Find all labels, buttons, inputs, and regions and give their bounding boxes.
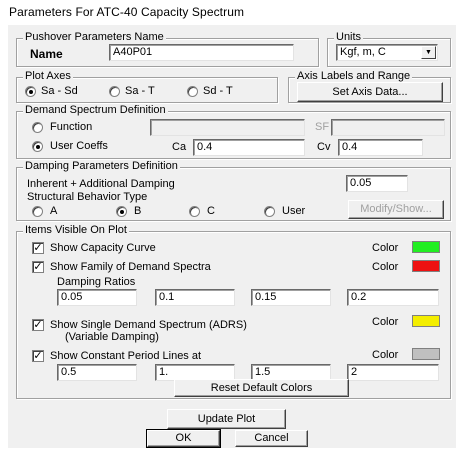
dialog-body: Pushover Parameters Name Name A40P01 Uni… — [8, 25, 456, 448]
damping-group: Damping Parameters Definition Inherent +… — [16, 160, 451, 221]
radio-user-coeffs-label: User Coeffs — [50, 140, 108, 152]
reset-default-colors-button[interactable]: Reset Default Colors — [174, 379, 349, 397]
units-select[interactable]: Kgf, m, C ▼ — [336, 44, 438, 61]
capacity-curve-label: Show Capacity Curve — [50, 242, 156, 254]
demand-family-color-label: Color — [372, 261, 399, 273]
constant-period-color-label: Color — [372, 349, 399, 361]
pushover-legend: Pushover Parameters Name — [23, 31, 166, 43]
radio-type-b[interactable] — [116, 206, 127, 217]
damping-ratio-input-3[interactable]: 0.15 — [251, 289, 331, 306]
update-plot-button[interactable]: Update Plot — [167, 409, 286, 429]
function-select[interactable] — [150, 119, 305, 136]
plot-axes-legend: Plot Axes — [23, 70, 73, 82]
damping-ratio-input-2[interactable]: 0.1 — [155, 289, 235, 306]
behavior-type-label: Structural Behavior Type — [27, 191, 148, 203]
modify-show-button[interactable]: Modify/Show... — [348, 200, 444, 219]
radio-type-b-label: B — [134, 205, 142, 217]
sf-input[interactable] — [331, 119, 445, 136]
inherent-damping-input[interactable]: 0.05 — [346, 175, 408, 192]
window-title: Parameters For ATC-40 Capacity Spectrum — [9, 5, 245, 19]
name-label: Name — [30, 47, 63, 61]
constant-period-color-swatch[interactable] — [412, 348, 440, 360]
radio-sa-t-label: Sa - T — [125, 85, 155, 97]
sf-label: SF — [315, 121, 330, 133]
cv-label: Cv — [317, 141, 331, 153]
demand-family-label: Show Family of Demand Spectra — [50, 261, 211, 273]
cv-input[interactable]: 0.4 — [338, 139, 423, 156]
damping-legend: Damping Parameters Definition — [23, 160, 180, 172]
damping-ratios-label: Damping Ratios — [57, 276, 136, 288]
axis-labels-legend: Axis Labels and Range — [295, 70, 413, 82]
constant-period-label: Show Constant Period Lines at — [50, 350, 202, 362]
radio-type-c[interactable] — [189, 206, 200, 217]
radio-type-user-label: User — [282, 205, 306, 217]
axis-labels-group: Axis Labels and Range Set Axis Data... — [288, 70, 451, 103]
pushover-name-input[interactable]: A40P01 — [109, 44, 294, 61]
damping-ratio-input-4[interactable]: 0.2 — [347, 289, 439, 306]
single-demand-color-label: Color — [372, 316, 399, 328]
cancel-button[interactable]: Cancel — [235, 430, 308, 447]
damping-ratio-input-1[interactable]: 0.05 — [57, 289, 137, 306]
radio-function-label: Function — [50, 121, 93, 133]
radio-sd-t-label: Sd - T — [203, 85, 233, 97]
radio-type-a[interactable] — [32, 206, 43, 217]
radio-sa-t[interactable] — [109, 86, 120, 97]
ca-label: Ca — [172, 141, 187, 153]
radio-type-a-label: A — [50, 205, 58, 217]
ok-button[interactable]: OK — [146, 429, 221, 448]
demand-family-checkbox[interactable]: ✓ — [32, 261, 44, 273]
radio-function[interactable] — [32, 122, 43, 133]
units-group: Units Kgf, m, C ▼ — [327, 31, 451, 67]
radio-type-c-label: C — [207, 205, 215, 217]
radio-user-coeffs[interactable] — [32, 141, 43, 152]
items-legend: Items Visible On Plot — [23, 224, 129, 236]
inherent-damping-label: Inherent + Additional Damping — [27, 178, 175, 190]
capacity-color-label: Color — [372, 242, 399, 254]
constant-period-checkbox[interactable]: ✓ — [32, 350, 44, 362]
single-demand-checkbox[interactable]: ✓ — [32, 319, 44, 331]
capacity-curve-checkbox[interactable]: ✓ — [32, 242, 44, 254]
period-input-1[interactable]: 0.5 — [57, 364, 137, 381]
single-demand-color-swatch[interactable] — [412, 315, 440, 327]
radio-sa-sd[interactable] — [25, 86, 36, 97]
items-visible-group: Items Visible On Plot ✓ Show Capacity Cu… — [16, 224, 451, 399]
units-legend: Units — [334, 31, 364, 43]
demand-legend: Demand Spectrum Definition — [23, 104, 168, 116]
period-input-4[interactable]: 2 — [347, 364, 439, 381]
chevron-down-icon[interactable]: ▼ — [421, 46, 436, 59]
radio-type-user[interactable] — [264, 206, 275, 217]
radio-sd-t[interactable] — [187, 86, 198, 97]
capacity-color-swatch[interactable] — [412, 241, 440, 253]
demand-family-color-swatch[interactable] — [412, 260, 440, 272]
single-demand-label: Show Single Demand Spectrum (ADRS) — [50, 319, 247, 331]
radio-sa-sd-label: Sa - Sd — [41, 85, 78, 97]
set-axis-data-button[interactable]: Set Axis Data... — [297, 82, 443, 102]
units-value: Kgf, m, C — [340, 46, 386, 58]
demand-spectrum-group: Demand Spectrum Definition Function SF U… — [16, 104, 451, 159]
plot-axes-group: Plot Axes Sa - Sd Sa - T Sd - T — [16, 70, 278, 103]
ca-input[interactable]: 0.4 — [193, 139, 305, 156]
pushover-group: Pushover Parameters Name Name A40P01 — [16, 31, 319, 67]
single-demand-sublabel: (Variable Damping) — [65, 331, 159, 343]
